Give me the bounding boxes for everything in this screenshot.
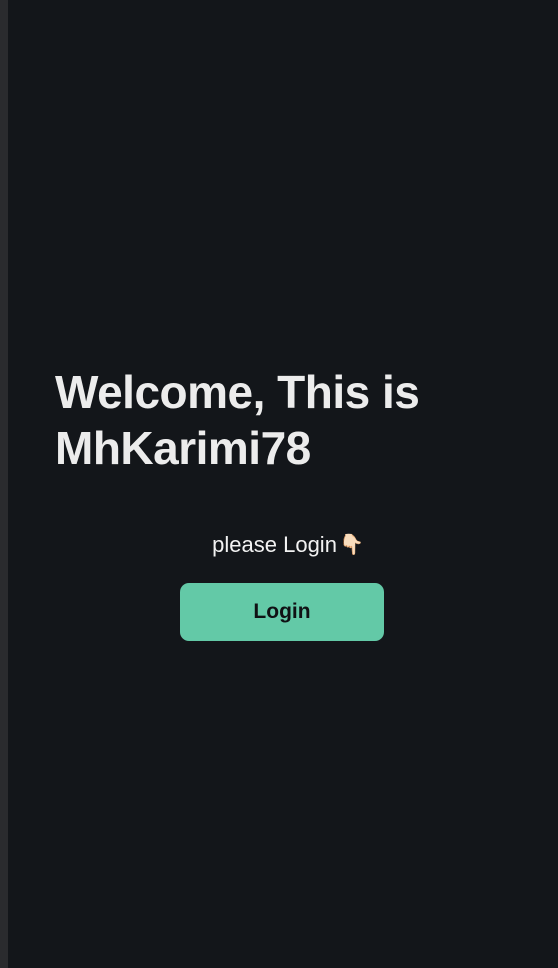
welcome-line-1: Welcome, This is	[55, 366, 420, 418]
pointing-down-icon: 👇🏻	[338, 534, 364, 556]
welcome-heading: Welcome, This is MhKarimi78	[55, 364, 515, 476]
login-page: Welcome, This is MhKarimi78 please Login…	[8, 0, 558, 968]
login-prompt-text: please Login	[212, 532, 337, 557]
welcome-line-2: MhKarimi78	[55, 422, 311, 474]
login-button[interactable]: Login	[180, 583, 384, 641]
window-left-edge	[0, 0, 8, 968]
login-prompt: please Login 👇🏻	[8, 530, 558, 560]
